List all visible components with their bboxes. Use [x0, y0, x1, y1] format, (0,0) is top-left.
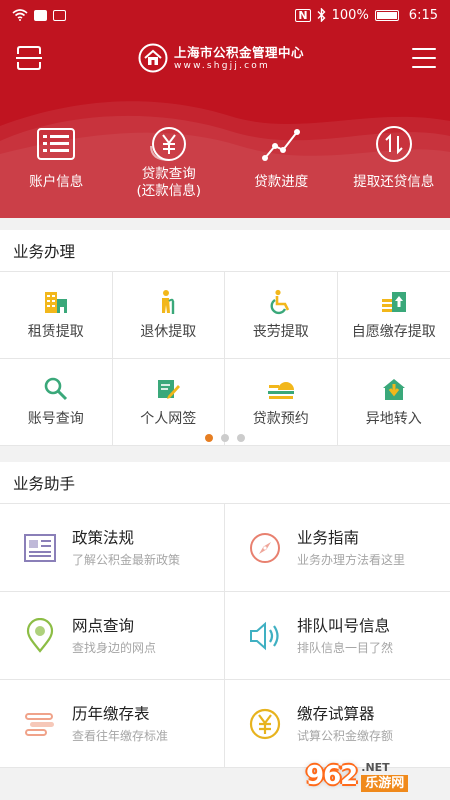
battery-icon — [374, 9, 399, 21]
logo-url: www.shgjj.com — [174, 60, 270, 71]
helper-history-table[interactable]: 历年缴存表 查看往年缴存标准 — [0, 680, 225, 768]
biz-retire-withdraw-label: 退休提取 — [140, 324, 197, 340]
helper-queue-info-title: 排队叫号信息 — [297, 616, 391, 635]
compass-icon — [250, 532, 280, 563]
clock: 6:15 — [408, 7, 438, 23]
biz-retire-withdraw[interactable]: 退休提取 — [112, 272, 225, 359]
biz-rental-withdraw-label: 租赁提取 — [27, 324, 84, 340]
watermark-number: 962 — [306, 761, 358, 791]
newspaper-icon — [24, 533, 56, 562]
quick-loan-progress-label: 贷款进度 — [254, 174, 309, 190]
logo-title: 上海市公积金管理中心 — [174, 44, 305, 60]
biz-personal-sign-label: 个人网签 — [140, 411, 197, 427]
nav-bar: 上海市公积金管理中心 www.shgjj.com — [0, 30, 450, 86]
header-banner: 上海市公积金管理中心 www.shgjj.com 账户信息 贷款查询 (还款信息… — [0, 30, 450, 218]
battery-level: 100% — [331, 7, 369, 23]
wheelchair-icon — [270, 289, 289, 315]
helper-branch-query-title: 网点查询 — [72, 616, 135, 635]
biz-personal-sign[interactable]: 个人网签 — [112, 359, 225, 446]
helper-section: 业务助手 政策法规 了解公积金最新政策 业务指南 业务办理方法看这里 网点查询 … — [0, 462, 450, 768]
biz-disability-withdraw-label: 丧劳提取 — [252, 324, 309, 340]
business-section: 业务办理 租赁提取 退休提取 丧劳提取 自愿缴存提取 账号查询 个人网签 贷款预… — [0, 230, 450, 446]
scan-button[interactable] — [16, 46, 42, 70]
menu-icon-line — [412, 66, 436, 68]
coins-bell-icon — [267, 382, 294, 399]
helper-history-table-subtitle: 查看往年缴存标准 — [72, 728, 169, 743]
wifi-icon — [12, 9, 28, 21]
biz-account-query-label: 账号查询 — [27, 411, 84, 427]
transfer-arrows-icon — [375, 126, 412, 162]
magnifier-icon — [44, 377, 67, 401]
quick-loan-progress[interactable]: 贷款进度 — [225, 124, 338, 214]
helper-policy-title: 政策法规 — [72, 528, 135, 547]
page-dot[interactable] — [205, 434, 213, 442]
helper-branch-query[interactable]: 网点查询 查找身边的网点 — [0, 592, 225, 680]
biz-loan-appointment[interactable]: 贷款预约 — [225, 359, 338, 446]
quick-loan-query-label: 贷款查询 (还款信息) — [136, 166, 202, 199]
menu-icon-line — [412, 57, 436, 59]
bluetooth-icon — [317, 8, 326, 22]
status-bar: N 100% 6:15 — [0, 0, 450, 30]
helper-queue-info-subtitle: 排队信息一目了然 — [297, 640, 394, 655]
page-dot[interactable] — [237, 434, 245, 442]
quick-actions: 账户信息 贷款查询 (还款信息) 贷款进度 提取还贷信息 — [0, 124, 450, 214]
helper-guide-subtitle: 业务办理方法看这里 — [297, 552, 406, 567]
progress-chart-icon — [262, 129, 301, 161]
helper-policy[interactable]: 政策法规 了解公积金最新政策 — [0, 504, 225, 592]
logo: 上海市公积金管理中心 www.shgjj.com — [138, 43, 304, 73]
account-list-icon — [37, 128, 76, 160]
scan-icon — [16, 46, 42, 70]
speaker-icon — [250, 621, 279, 650]
building-icon — [44, 292, 67, 313]
upload-box-icon — [381, 292, 406, 312]
watermark-name: 乐游网 — [361, 774, 409, 792]
helper-grid: 政策法规 了解公积金最新政策 业务指南 业务办理方法看这里 网点查询 查找身边的… — [0, 504, 450, 768]
watermark-logo: 962 .NET 乐游网 — [306, 756, 444, 796]
yuan-calc-icon — [249, 708, 281, 739]
menu-icon — [412, 48, 436, 50]
biz-voluntary-withdraw-label: 自愿缴存提取 — [351, 324, 436, 340]
quick-account-info-label: 账户信息 — [29, 174, 84, 190]
mail-icon — [53, 9, 66, 21]
helper-guide-title: 业务指南 — [297, 528, 360, 547]
watermark-domain: .NET — [361, 760, 390, 774]
elder-person-icon — [162, 290, 175, 314]
business-grid: 租赁提取 退休提取 丧劳提取 自愿缴存提取 账号查询 个人网签 贷款预约 异地转… — [0, 272, 450, 446]
sign-pen-icon — [158, 380, 181, 399]
biz-remote-transfer[interactable]: 异地转入 — [337, 359, 450, 446]
quick-loan-query[interactable]: 贷款查询 (还款信息) — [113, 124, 226, 214]
helper-calculator[interactable]: 缴存试算器 试算公积金缴存额 — [225, 680, 450, 768]
biz-voluntary-withdraw[interactable]: 自愿缴存提取 — [337, 272, 450, 359]
map-pin-icon — [26, 617, 54, 653]
house-transfer-icon — [382, 379, 405, 400]
menu-button[interactable] — [412, 48, 436, 68]
helper-policy-subtitle: 了解公积金最新政策 — [72, 552, 181, 567]
logo-house-icon — [138, 43, 168, 73]
helper-guide[interactable]: 业务指南 业务办理方法看这里 — [225, 504, 450, 592]
helper-calculator-subtitle: 试算公积金缴存额 — [297, 728, 394, 743]
helper-section-title: 业务助手 — [0, 462, 450, 504]
quick-withdraw-repay[interactable]: 提取还贷信息 — [338, 124, 450, 214]
yuan-circle-icon — [149, 127, 186, 161]
notification-icon — [34, 9, 47, 21]
helper-queue-info[interactable]: 排队叫号信息 排队信息一目了然 — [225, 592, 450, 680]
nfc-icon: N — [295, 8, 311, 22]
helper-history-table-title: 历年缴存表 — [72, 704, 150, 723]
list-bars-icon — [25, 712, 54, 736]
biz-disability-withdraw[interactable]: 丧劳提取 — [225, 272, 338, 359]
helper-calculator-title: 缴存试算器 — [297, 704, 375, 723]
helper-branch-query-subtitle: 查找身边的网点 — [72, 640, 157, 655]
quick-withdraw-repay-label: 提取还贷信息 — [353, 174, 435, 190]
biz-account-query[interactable]: 账号查询 — [0, 359, 113, 446]
biz-remote-transfer-label: 异地转入 — [365, 411, 422, 427]
page-dot[interactable] — [221, 434, 229, 442]
quick-account-info[interactable]: 账户信息 — [0, 124, 113, 214]
biz-loan-appointment-label: 贷款预约 — [252, 411, 309, 427]
business-section-title: 业务办理 — [0, 230, 450, 272]
biz-rental-withdraw[interactable]: 租赁提取 — [0, 272, 113, 359]
